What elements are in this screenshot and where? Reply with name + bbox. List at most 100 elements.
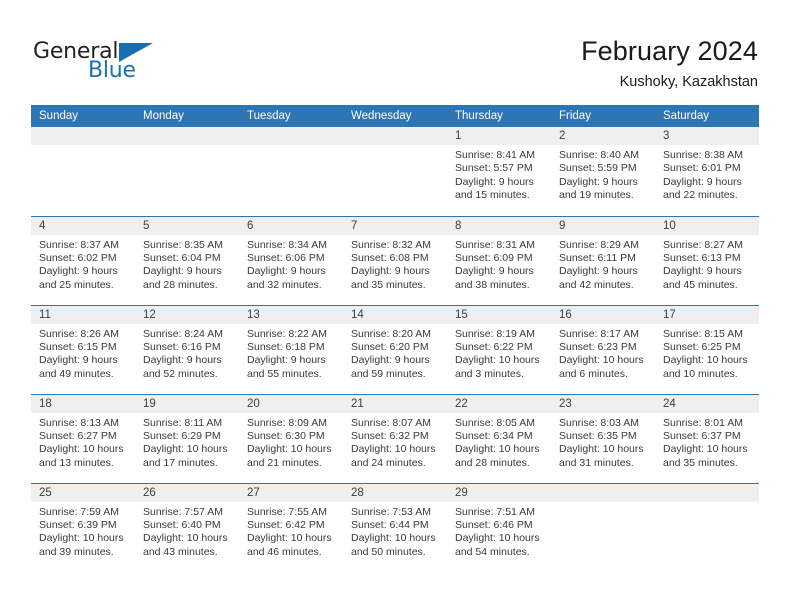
calendar-day-cell[interactable]: 3 Sunrise: 8:38 AM Sunset: 6:01 PM Daylight… bbox=[655, 127, 759, 216]
day-detail-line: and 6 minutes. bbox=[559, 367, 628, 380]
day-detail-line: Sunset: 6:06 PM bbox=[247, 251, 325, 264]
weekday-header-wednesday: Wednesday bbox=[343, 105, 447, 127]
day-detail-line: and 13 minutes. bbox=[39, 456, 114, 469]
calendar-day-cell[interactable]: 9 Sunrise: 8:29 AM Sunset: 6:11 PM Daylight… bbox=[551, 215, 655, 305]
day-detail-line: and 54 minutes. bbox=[455, 545, 530, 558]
general-blue-logo[interactable]: General Blue bbox=[33, 40, 153, 84]
day-number bbox=[551, 483, 655, 502]
day-detail-line: and 21 minutes. bbox=[247, 456, 322, 469]
calendar-day-cell[interactable]: 19 Sunrise: 8:11 AM Sunset: 6:29 PM Dayligh… bbox=[135, 393, 239, 483]
day-detail-line: Sunset: 6:08 PM bbox=[351, 251, 429, 264]
calendar-day-cell[interactable]: 13 Sunrise: 8:22 AM Sunset: 6:18 PM Dayligh… bbox=[239, 304, 343, 394]
day-detail-line: Daylight: 10 hours bbox=[455, 354, 540, 367]
calendar-body: 1 Sunrise: 8:41 AM Sunset: 5:57 PM Daylight… bbox=[31, 127, 759, 572]
day-detail-line: Sunrise: 8:13 AM bbox=[39, 416, 119, 429]
day-detail-line: Daylight: 9 hours bbox=[39, 354, 118, 367]
day-detail-line: and 28 minutes. bbox=[455, 456, 530, 469]
day-details: Sunrise: 8:26 AM Sunset: 6:15 PM Daylight:… bbox=[31, 324, 135, 382]
day-detail-line: Sunrise: 8:01 AM bbox=[663, 416, 743, 429]
weekday-header-tuesday: Tuesday bbox=[239, 105, 343, 127]
day-detail-line: and 38 minutes. bbox=[455, 278, 530, 291]
calendar-day-cell[interactable]: 25 Sunrise: 7:59 AM Sunset: 6:39 PM Dayligh… bbox=[31, 482, 135, 572]
weekday-header-thursday: Thursday bbox=[447, 105, 551, 127]
day-number: 8 bbox=[447, 216, 551, 235]
day-number: 20 bbox=[239, 394, 343, 413]
calendar-day-cell[interactable]: 6 Sunrise: 8:34 AM Sunset: 6:06 PM Daylight… bbox=[239, 215, 343, 305]
calendar-day-cell[interactable]: 23 Sunrise: 8:03 AM Sunset: 6:35 PM Dayligh… bbox=[551, 393, 655, 483]
day-detail-line: Sunset: 6:15 PM bbox=[39, 340, 117, 353]
day-details: Sunrise: 8:03 AM Sunset: 6:35 PM Daylight:… bbox=[551, 413, 655, 471]
calendar-day-cell[interactable]: 15 Sunrise: 8:19 AM Sunset: 6:22 PM Dayligh… bbox=[447, 304, 551, 394]
day-detail-line: Sunrise: 8:38 AM bbox=[663, 149, 743, 161]
day-details: Sunrise: 8:37 AM Sunset: 6:02 PM Daylight:… bbox=[31, 235, 135, 293]
day-detail-line: Sunrise: 7:55 AM bbox=[247, 505, 327, 518]
calendar-day-cell[interactable]: 20 Sunrise: 8:09 AM Sunset: 6:30 PM Dayligh… bbox=[239, 393, 343, 483]
day-detail-line: and 25 minutes. bbox=[39, 278, 114, 291]
calendar-day-cell[interactable]: 12 Sunrise: 8:24 AM Sunset: 6:16 PM Dayligh… bbox=[135, 304, 239, 394]
calendar-day-cell[interactable]: 18 Sunrise: 8:13 AM Sunset: 6:27 PM Dayligh… bbox=[31, 393, 135, 483]
calendar-day-cell[interactable]: 21 Sunrise: 8:07 AM Sunset: 6:32 PM Dayligh… bbox=[343, 393, 447, 483]
calendar-day-cell[interactable]: 26 Sunrise: 7:57 AM Sunset: 6:40 PM Dayligh… bbox=[135, 482, 239, 572]
calendar-cell-empty bbox=[551, 482, 655, 572]
day-detail-line: Daylight: 9 hours bbox=[663, 265, 742, 278]
calendar-day-cell[interactable]: 29 Sunrise: 7:51 AM Sunset: 6:46 PM Dayligh… bbox=[447, 482, 551, 572]
calendar-cell-empty bbox=[31, 127, 135, 216]
calendar-day-cell[interactable]: 5 Sunrise: 8:35 AM Sunset: 6:04 PM Daylight… bbox=[135, 215, 239, 305]
day-detail-line: Daylight: 10 hours bbox=[559, 443, 644, 456]
day-detail-line: and 24 minutes. bbox=[351, 456, 426, 469]
calendar-day-cell[interactable]: 1 Sunrise: 8:41 AM Sunset: 5:57 PM Daylight… bbox=[447, 127, 551, 216]
calendar-day-cell[interactable]: 16 Sunrise: 8:17 AM Sunset: 6:23 PM Dayligh… bbox=[551, 304, 655, 394]
calendar-day-cell[interactable]: 17 Sunrise: 8:15 AM Sunset: 6:25 PM Dayligh… bbox=[655, 304, 759, 394]
day-detail-line: Sunrise: 8:37 AM bbox=[39, 238, 119, 251]
calendar-day-cell[interactable]: 8 Sunrise: 8:31 AM Sunset: 6:09 PM Daylight… bbox=[447, 215, 551, 305]
day-detail-line: and 3 minutes. bbox=[455, 367, 524, 380]
day-number: 14 bbox=[343, 305, 447, 324]
day-detail-line: Daylight: 9 hours bbox=[143, 265, 222, 278]
weekday-header-monday: Monday bbox=[135, 105, 239, 127]
day-detail-line: Sunset: 6:01 PM bbox=[663, 162, 741, 175]
calendar-day-cell[interactable]: 27 Sunrise: 7:55 AM Sunset: 6:42 PM Dayligh… bbox=[239, 482, 343, 572]
day-details: Sunrise: 8:32 AM Sunset: 6:08 PM Daylight:… bbox=[343, 235, 447, 293]
day-number bbox=[135, 127, 239, 145]
calendar-day-cell[interactable]: 11 Sunrise: 8:26 AM Sunset: 6:15 PM Dayligh… bbox=[31, 304, 135, 394]
day-detail-line: Sunset: 6:09 PM bbox=[455, 251, 533, 264]
day-detail-line: and 22 minutes. bbox=[663, 189, 738, 202]
day-detail-line: and 59 minutes. bbox=[351, 367, 426, 380]
day-detail-line: Sunset: 5:57 PM bbox=[455, 162, 533, 175]
day-detail-line: and 28 minutes. bbox=[143, 278, 218, 291]
day-detail-line: and 31 minutes. bbox=[559, 456, 634, 469]
day-detail-line: Sunset: 6:18 PM bbox=[247, 340, 325, 353]
calendar-day-cell[interactable]: 22 Sunrise: 8:05 AM Sunset: 6:34 PM Dayligh… bbox=[447, 393, 551, 483]
day-number bbox=[31, 127, 135, 145]
day-details: Sunrise: 8:27 AM Sunset: 6:13 PM Daylight:… bbox=[655, 235, 759, 293]
day-details bbox=[551, 502, 655, 506]
sunrise-sunset-calendar: Sunday Monday Tuesday Wednesday Thursday Frid… bbox=[31, 105, 759, 572]
day-detail-line: Daylight: 10 hours bbox=[663, 354, 748, 367]
day-details: Sunrise: 8:20 AM Sunset: 6:20 PM Daylight:… bbox=[343, 324, 447, 382]
day-detail-line: and 49 minutes. bbox=[39, 367, 114, 380]
day-detail-line: Sunset: 6:34 PM bbox=[455, 429, 533, 442]
day-details: Sunrise: 7:53 AM Sunset: 6:44 PM Daylight:… bbox=[343, 502, 447, 560]
calendar-day-cell[interactable]: 28 Sunrise: 7:53 AM Sunset: 6:44 PM Dayligh… bbox=[343, 482, 447, 572]
day-detail-line: Daylight: 9 hours bbox=[455, 265, 534, 278]
calendar-day-cell[interactable]: 4 Sunrise: 8:37 AM Sunset: 6:02 PM Daylight… bbox=[31, 215, 135, 305]
day-detail-line: Daylight: 10 hours bbox=[247, 532, 332, 545]
calendar-day-cell[interactable]: 10 Sunrise: 8:27 AM Sunset: 6:13 PM Dayligh… bbox=[655, 215, 759, 305]
day-details bbox=[239, 145, 343, 149]
calendar-day-cell[interactable]: 2 Sunrise: 8:40 AM Sunset: 5:59 PM Daylight… bbox=[551, 127, 655, 216]
day-detail-line: and 19 minutes. bbox=[559, 189, 634, 202]
day-detail-line: Sunset: 6:25 PM bbox=[663, 340, 741, 353]
day-detail-line: Daylight: 10 hours bbox=[663, 443, 748, 456]
day-detail-line: Sunset: 6:29 PM bbox=[143, 429, 221, 442]
day-details bbox=[655, 502, 759, 506]
calendar-week-row: 1 Sunrise: 8:41 AM Sunset: 5:57 PM Daylight… bbox=[31, 127, 759, 216]
calendar-day-cell[interactable]: 7 Sunrise: 8:32 AM Sunset: 6:08 PM Daylight… bbox=[343, 215, 447, 305]
calendar-day-cell[interactable]: 14 Sunrise: 8:20 AM Sunset: 6:20 PM Dayligh… bbox=[343, 304, 447, 394]
day-number: 24 bbox=[655, 394, 759, 413]
day-detail-line: and 35 minutes. bbox=[351, 278, 426, 291]
day-details: Sunrise: 7:55 AM Sunset: 6:42 PM Daylight:… bbox=[239, 502, 343, 560]
day-details: Sunrise: 8:22 AM Sunset: 6:18 PM Daylight:… bbox=[239, 324, 343, 382]
day-detail-line: Sunrise: 8:17 AM bbox=[559, 327, 639, 340]
day-details: Sunrise: 8:15 AM Sunset: 6:25 PM Daylight:… bbox=[655, 324, 759, 382]
calendar-day-cell[interactable]: 24 Sunrise: 8:01 AM Sunset: 6:37 PM Dayligh… bbox=[655, 393, 759, 483]
